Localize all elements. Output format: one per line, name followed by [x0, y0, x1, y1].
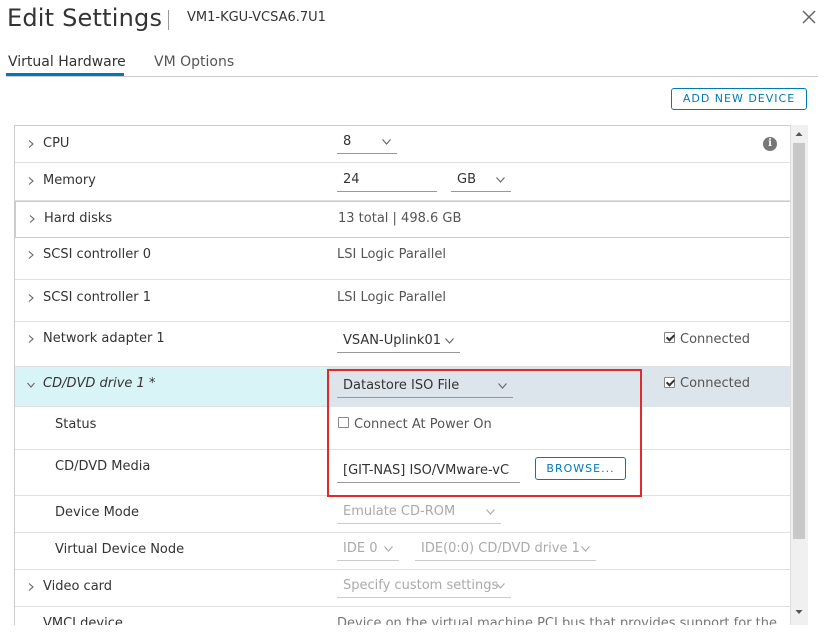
browse-button[interactable]: BROWSE...	[535, 457, 626, 480]
media-path-input[interactable]: [GIT-NAS] ISO/VMware-vC	[337, 462, 520, 483]
video-card-value: Specify custom settings	[343, 578, 499, 593]
chevron-right-icon[interactable]	[27, 583, 35, 591]
status-label: Status	[55, 417, 97, 432]
row-cd-dvd-media: CD/DVD Media [GIT-NAS] ISO/VMware-vC	[15, 450, 791, 496]
vm-name: VM1-KGU-VCSA6.7U1	[187, 10, 326, 25]
cd-dvd-connected-checkbox[interactable]	[664, 377, 675, 388]
title-divider	[168, 10, 169, 30]
vnode-controller-select[interactable]: IDE 0	[337, 540, 399, 561]
memory-input[interactable]: 24	[337, 171, 437, 192]
connect-at-power-on-checkbox[interactable]	[338, 417, 349, 428]
cpu-value: 8	[343, 134, 352, 149]
row-video-card: Video card Specify custom settings	[15, 570, 791, 607]
dialog-title: Edit Settings	[7, 4, 163, 32]
vmci-label: VMCI device	[43, 616, 123, 625]
row-scsi-controller-0[interactable]: SCSI controller 0 LSI Logic Parallel	[15, 238, 791, 280]
chevron-right-icon[interactable]	[28, 215, 36, 223]
cd-dvd-connected-label: Connected	[680, 376, 751, 391]
scsi0-value: LSI Logic Parallel	[337, 247, 446, 262]
chevron-down-icon	[486, 509, 495, 515]
cd-dvd-label: CD/DVD drive 1 *	[43, 376, 156, 391]
add-new-device-button[interactable]: ADD NEW DEVICE	[671, 88, 807, 110]
cd-dvd-type-value: Datastore ISO File	[343, 378, 460, 393]
memory-unit: GB	[457, 172, 476, 187]
device-mode-label: Device Mode	[55, 505, 140, 520]
network-connected-label: Connected	[680, 332, 751, 347]
chevron-down-icon	[384, 546, 393, 552]
scsi1-label: SCSI controller 1	[43, 290, 151, 305]
network-select[interactable]: VSAN-Uplink01	[337, 332, 460, 353]
scroll-up-icon[interactable]	[795, 130, 803, 138]
cpu-label: CPU	[43, 136, 70, 151]
chevron-right-icon[interactable]	[27, 140, 35, 148]
chevron-down-icon	[382, 139, 391, 145]
chevron-right-icon[interactable]	[27, 335, 35, 343]
scrollbar-thumb[interactable]	[793, 143, 805, 539]
row-cpu: CPU 8 i	[15, 126, 791, 163]
device-mode-select[interactable]: Emulate CD-ROM	[337, 503, 501, 524]
scsi0-label: SCSI controller 0	[43, 247, 151, 262]
vnode-node-value: IDE(0:0) CD/DVD drive 1	[421, 541, 580, 556]
scsi1-value: LSI Logic Parallel	[337, 290, 446, 305]
row-network-adapter-1: Network adapter 1 VSAN-Uplink01 Connecte…	[15, 322, 791, 367]
network-value: VSAN-Uplink01	[343, 333, 441, 348]
device-mode-value: Emulate CD-ROM	[343, 504, 456, 519]
chevron-down-icon	[498, 383, 507, 389]
cpu-select[interactable]: 8	[337, 133, 397, 154]
connect-at-power-on-label: Connect At Power On	[354, 417, 492, 432]
chevron-down-icon	[581, 546, 590, 552]
tab-vm-options[interactable]: VM Options	[154, 54, 234, 70]
info-icon[interactable]: i	[763, 137, 777, 151]
vmci-description: Device on the virtual machine PCI bus th…	[337, 616, 778, 625]
tabs-divider	[6, 76, 818, 77]
row-scsi-controller-1[interactable]: SCSI controller 1 LSI Logic Parallel	[15, 280, 791, 322]
hard-disks-label: Hard disks	[44, 211, 113, 226]
row-vmci-device: VMCI device Device on the virtual machin…	[15, 607, 791, 625]
chevron-right-icon[interactable]	[27, 177, 35, 185]
hardware-list: CPU 8 i Memory 24 GB Hard disks 13 total…	[14, 125, 808, 625]
hard-disks-value: 13 total | 498.6 GB	[338, 211, 462, 226]
scroll-down-icon[interactable]	[795, 608, 803, 616]
tab-virtual-hardware[interactable]: Virtual Hardware	[8, 54, 126, 70]
row-cd-dvd-drive-1: CD/DVD drive 1 * Datastore ISO File Conn…	[15, 367, 791, 407]
chevron-down-icon	[445, 338, 454, 344]
memory-unit-select[interactable]: GB	[451, 171, 511, 192]
row-device-mode: Device Mode Emulate CD-ROM	[15, 496, 791, 533]
network-connected-checkbox[interactable]	[664, 332, 675, 343]
vnode-label: Virtual Device Node	[55, 542, 185, 557]
vnode-controller-value: IDE 0	[343, 541, 378, 556]
chevron-right-icon[interactable]	[27, 251, 35, 259]
chevron-down-icon[interactable]	[27, 381, 35, 389]
video-card-select[interactable]: Specify custom settings	[337, 577, 511, 598]
media-label: CD/DVD Media	[55, 459, 151, 474]
cd-dvd-type-select[interactable]: Datastore ISO File	[337, 377, 513, 398]
chevron-down-icon	[496, 177, 505, 183]
close-icon[interactable]	[800, 8, 818, 26]
chevron-down-icon	[496, 583, 505, 589]
vnode-node-select[interactable]: IDE(0:0) CD/DVD drive 1	[415, 540, 596, 561]
media-path-value: [GIT-NAS] ISO/VMware-vC	[343, 463, 510, 478]
row-memory: Memory 24 GB	[15, 163, 791, 201]
row-cd-dvd-status: Status Connect At Power On	[15, 407, 791, 450]
chevron-right-icon[interactable]	[27, 294, 35, 302]
memory-label: Memory	[43, 173, 96, 188]
memory-value: 24	[343, 172, 360, 187]
video-card-label: Video card	[43, 579, 113, 594]
row-virtual-device-node: Virtual Device Node IDE 0 IDE(0:0) CD/DV…	[15, 533, 791, 570]
network-label: Network adapter 1	[43, 331, 165, 346]
row-hard-disks[interactable]: Hard disks 13 total | 498.6 GB	[15, 201, 791, 238]
